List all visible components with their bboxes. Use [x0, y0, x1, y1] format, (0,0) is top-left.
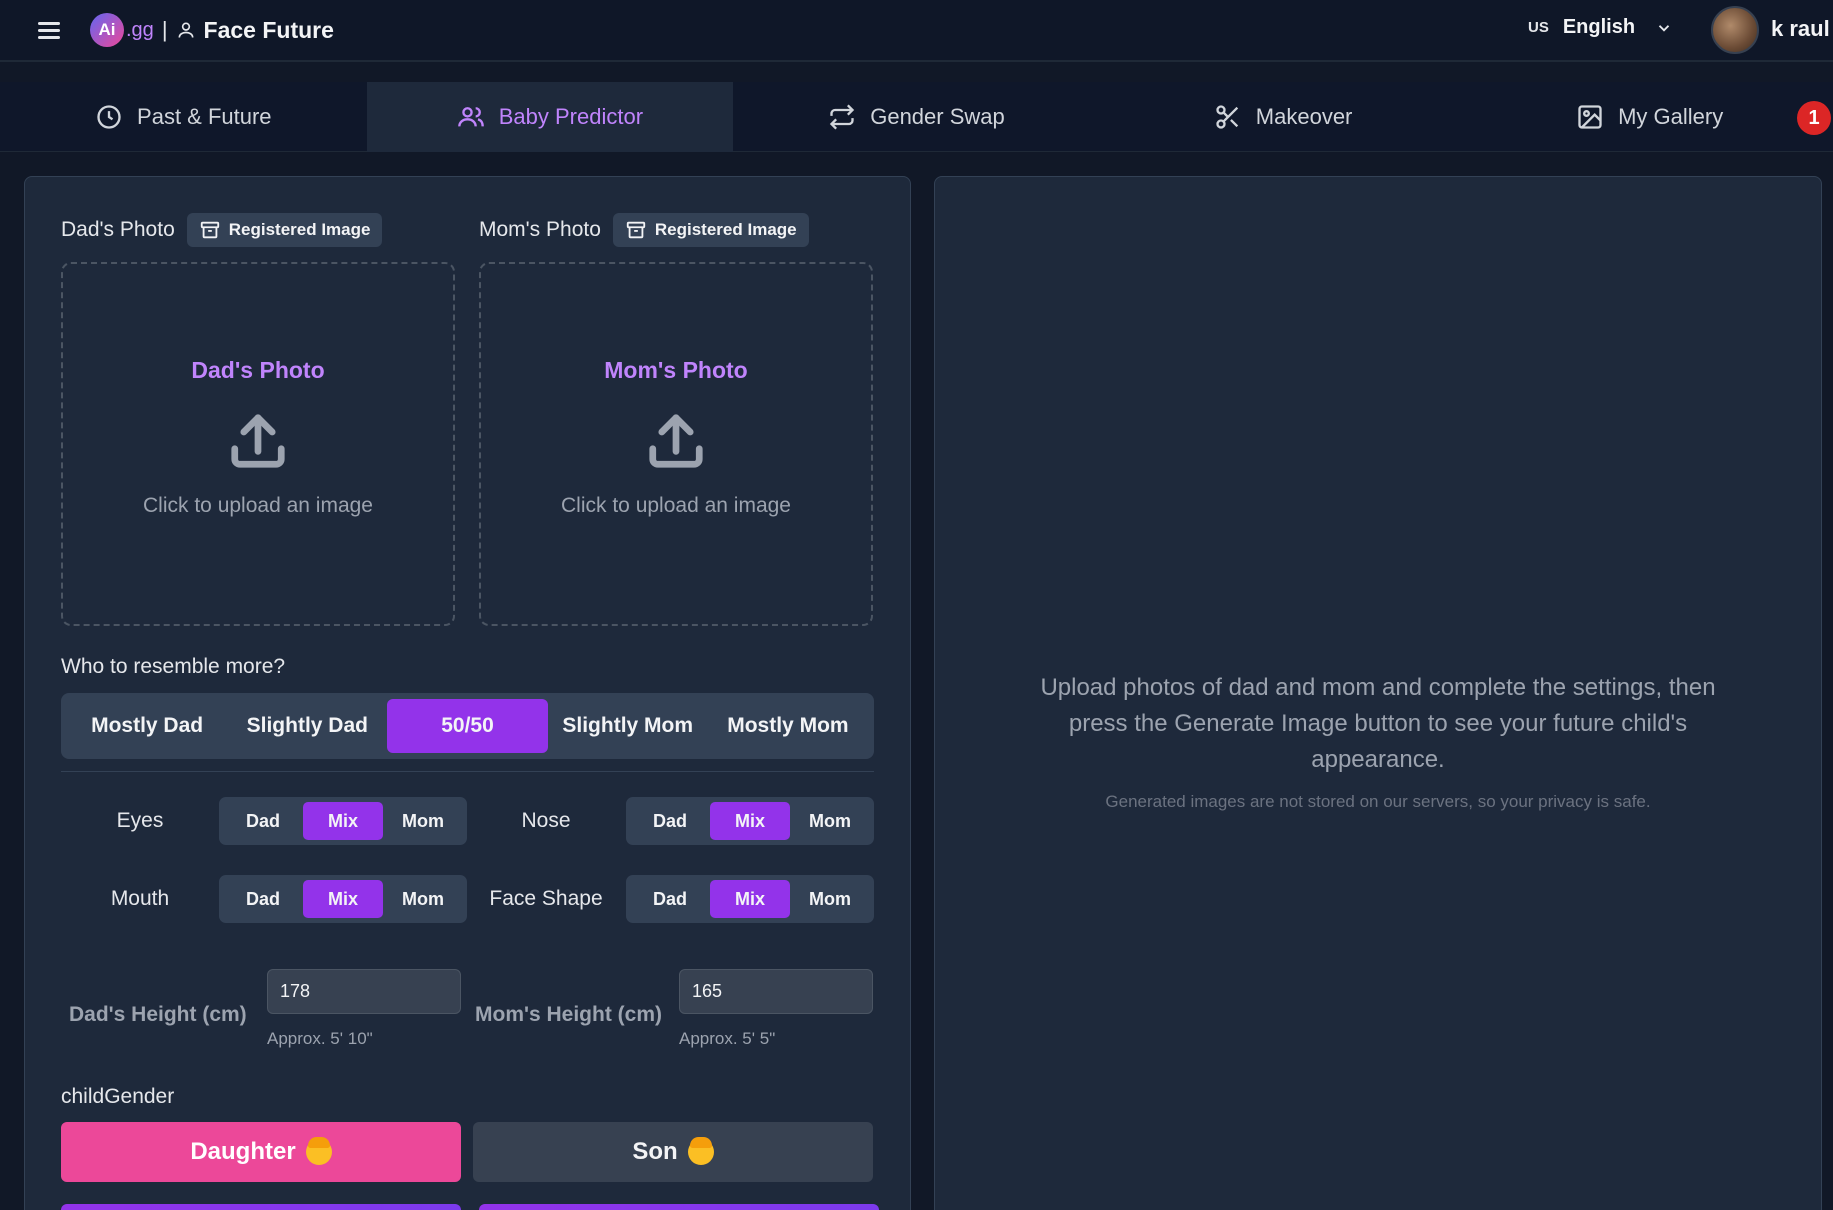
eyes-option-mom[interactable]: Mom	[383, 802, 463, 840]
repeat-icon	[830, 104, 855, 130]
mom-photo-header: Mom's Photo Registered Image	[479, 213, 809, 247]
dad-photo-header: Dad's Photo Registered Image	[61, 213, 383, 247]
archive-icon	[626, 221, 646, 239]
flag-icon: US	[1528, 19, 1549, 36]
mom-height-input[interactable]	[679, 969, 873, 1014]
nose-option-dad[interactable]: Dad	[630, 802, 710, 840]
son-label: Son	[632, 1138, 678, 1165]
action-button-partial[interactable]	[61, 1204, 461, 1210]
tab-makeover[interactable]: Makeover	[1100, 82, 1467, 152]
clock-icon	[97, 105, 121, 129]
dad-height-hint: Approx. 5' 10"	[267, 1029, 373, 1048]
language-name: English	[1562, 16, 1636, 38]
tab-bar: Past & Future Baby Predictor Gender Swap…	[0, 82, 1833, 152]
logo-separator: |	[161, 17, 168, 42]
dropzone-hint: Click to upload an image	[143, 493, 373, 517]
daughter-button[interactable]: Daughter	[61, 1122, 461, 1182]
tab-gender-swap[interactable]: Gender Swap	[733, 82, 1100, 152]
mom-height-hint: Approx. 5' 5"	[679, 1029, 776, 1048]
upload-icon	[649, 413, 703, 468]
image-icon	[1578, 105, 1602, 129]
users-icon	[457, 107, 484, 127]
dad-height-input[interactable]	[267, 969, 461, 1014]
eyes-option-dad[interactable]: Dad	[223, 802, 303, 840]
tab-label: Baby Predictor	[498, 104, 644, 129]
resemble-option-slightly-dad[interactable]: Slightly Dad	[227, 699, 387, 753]
mom-registered-image-button[interactable]: Registered Image	[612, 213, 809, 247]
girl-emoji-icon	[305, 1137, 332, 1165]
archive-icon	[200, 221, 219, 239]
tab-label: Past & Future	[137, 104, 272, 129]
resemble-option-mostly-mom[interactable]: Mostly Mom	[708, 699, 868, 753]
mouth-selector: Dad Mix Mom	[219, 875, 467, 923]
son-button[interactable]: Son	[473, 1122, 873, 1182]
dad-height-label: Dad's Height (cm)	[69, 1003, 247, 1026]
action-button-partial[interactable]	[479, 1204, 879, 1210]
dropzone-title: Mom's Photo	[604, 356, 748, 383]
registered-image-label: Registered Image	[654, 220, 797, 239]
mouth-option-mix[interactable]: Mix	[303, 880, 383, 918]
child-gender-label: childGender	[61, 1085, 175, 1108]
logo[interactable]: Ai .gg | Face Future	[90, 12, 334, 48]
upload-icon	[231, 413, 285, 468]
eyes-label: Eyes	[116, 809, 164, 832]
nose-option-mom[interactable]: Mom	[790, 802, 870, 840]
tab-label: Gender Swap	[870, 104, 1005, 129]
mom-height-label: Mom's Height (cm)	[475, 1003, 663, 1026]
tab-my-gallery[interactable]: My Gallery	[1466, 82, 1833, 152]
face-shape-selector: Dad Mix Mom	[626, 875, 874, 923]
dad-photo-dropzone[interactable]: Dad's Photo Click to upload an image	[61, 262, 455, 626]
tab-past-future[interactable]: Past & Future	[0, 82, 367, 152]
tab-label: Makeover	[1255, 104, 1353, 129]
scissors-icon	[1216, 105, 1238, 129]
top-bar: Ai .gg | Face Future US English k raul	[0, 0, 1833, 62]
resemble-option-mostly-dad[interactable]: Mostly Dad	[67, 699, 227, 753]
face-shape-label: Face Shape	[489, 887, 603, 910]
privacy-note: Generated images are not stored on our s…	[1105, 792, 1651, 811]
result-placeholder-text: Upload photos of dad and mom and complet…	[1040, 674, 1716, 773]
daughter-label: Daughter	[190, 1138, 296, 1165]
logo-mark: Ai	[90, 13, 124, 47]
resemble-label: Who to resemble more?	[61, 655, 286, 678]
username[interactable]: k raul	[1771, 16, 1830, 42]
dad-registered-image-button[interactable]: Registered Image	[186, 213, 383, 247]
mouth-option-dad[interactable]: Dad	[223, 880, 303, 918]
dad-photo-label: Dad's Photo	[61, 218, 175, 241]
mouth-label: Mouth	[110, 887, 170, 910]
nose-option-mix[interactable]: Mix	[710, 802, 790, 840]
face-shape-option-dad[interactable]: Dad	[630, 880, 710, 918]
tab-label: My Gallery	[1618, 104, 1724, 129]
avatar[interactable]	[1711, 6, 1759, 54]
nose-label: Nose	[521, 809, 571, 832]
resemble-option-50-50[interactable]: 50/50	[387, 699, 548, 753]
divider	[61, 771, 874, 772]
dropzone-title: Dad's Photo	[191, 356, 325, 383]
eyes-option-mix[interactable]: Mix	[303, 802, 383, 840]
app-title: Face Future	[203, 16, 334, 43]
resemble-option-slightly-mom[interactable]: Slightly Mom	[548, 699, 708, 753]
language-selector[interactable]: US English	[1528, 16, 1673, 39]
registered-image-label: Registered Image	[228, 220, 371, 239]
boy-emoji-icon	[687, 1137, 714, 1165]
user-icon	[178, 22, 194, 38]
dropzone-hint: Click to upload an image	[561, 493, 791, 517]
mom-photo-dropzone[interactable]: Mom's Photo Click to upload an image	[479, 262, 873, 626]
logo-suffix: .gg	[126, 18, 154, 41]
resemble-selector: Mostly Dad Slightly Dad 50/50 Slightly M…	[61, 693, 874, 759]
mouth-option-mom[interactable]: Mom	[383, 880, 463, 918]
eyes-selector: Dad Mix Mom	[219, 797, 467, 845]
notification-badge[interactable]: 1	[1797, 101, 1831, 135]
face-shape-option-mom[interactable]: Mom	[790, 880, 870, 918]
face-shape-option-mix[interactable]: Mix	[710, 880, 790, 918]
mom-photo-label: Mom's Photo	[479, 218, 601, 241]
menu-icon[interactable]	[38, 18, 64, 42]
chevron-down-icon	[1658, 24, 1670, 32]
tab-baby-predictor[interactable]: Baby Predictor	[366, 82, 734, 152]
nose-selector: Dad Mix Mom	[626, 797, 874, 845]
